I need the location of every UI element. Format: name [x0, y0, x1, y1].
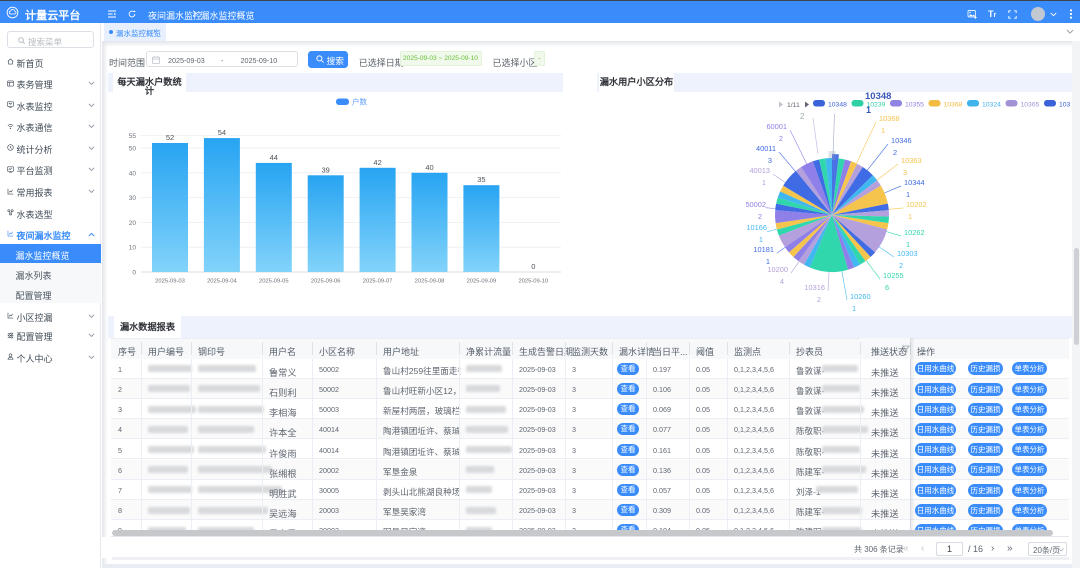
svg-text:2: 2: [899, 261, 903, 270]
svg-text:40: 40: [129, 170, 137, 177]
svg-text:2025-09-06: 2025-09-06: [311, 279, 341, 285]
svg-text:2: 2: [817, 295, 821, 304]
svg-text:44: 44: [270, 153, 278, 162]
svg-text:10255: 10255: [883, 271, 904, 280]
svg-text:10368: 10368: [879, 114, 900, 123]
svg-text:1: 1: [906, 240, 910, 249]
svg-text:0: 0: [132, 270, 136, 277]
svg-text:户数: 户数: [352, 97, 367, 107]
svg-text:60001: 60001: [766, 122, 787, 131]
svg-text:3: 3: [903, 168, 907, 177]
svg-text:1: 1: [906, 190, 910, 199]
svg-text:52: 52: [166, 133, 174, 142]
svg-text:2: 2: [893, 148, 897, 157]
svg-text:10344: 10344: [904, 178, 925, 187]
svg-text:10363: 10363: [901, 156, 922, 165]
svg-text:10166: 10166: [746, 223, 767, 232]
svg-text:30: 30: [129, 195, 137, 202]
svg-text:1/11: 1/11: [787, 102, 800, 109]
svg-text:10202: 10202: [906, 200, 927, 209]
svg-text:10262: 10262: [904, 228, 925, 237]
svg-text:40013: 40013: [749, 166, 770, 175]
svg-text:39: 39: [322, 165, 330, 174]
svg-text:50002: 50002: [745, 200, 766, 209]
svg-text:2: 2: [758, 212, 762, 221]
svg-text:10316: 10316: [804, 283, 825, 292]
svg-text:2: 2: [800, 112, 805, 121]
svg-text:42: 42: [373, 158, 381, 167]
svg-text:2025-09-10: 2025-09-10: [518, 279, 548, 285]
svg-text:10348: 10348: [865, 92, 891, 102]
svg-text:40011: 40011: [756, 144, 776, 153]
svg-text:1: 1: [908, 212, 912, 221]
svg-text:103: 103: [1059, 102, 1071, 109]
svg-text:2025-09-08: 2025-09-08: [415, 279, 445, 285]
svg-text:4: 4: [780, 277, 784, 286]
svg-text:10365: 10365: [1021, 102, 1040, 109]
svg-text:1: 1: [762, 178, 766, 187]
svg-text:35: 35: [477, 175, 485, 184]
svg-text:2025-09-05: 2025-09-05: [259, 279, 289, 285]
svg-text:2: 2: [779, 134, 783, 143]
svg-text:20: 20: [129, 220, 137, 227]
svg-text:10368: 10368: [944, 102, 963, 109]
svg-text:10181: 10181: [753, 245, 774, 254]
svg-text:1: 1: [852, 304, 856, 313]
svg-text:10303: 10303: [897, 249, 918, 258]
svg-text:10239: 10239: [867, 102, 886, 109]
svg-text:40: 40: [425, 163, 433, 172]
svg-text:54: 54: [218, 128, 226, 137]
svg-text:0: 0: [531, 262, 535, 271]
svg-text:1: 1: [766, 257, 770, 266]
svg-text:6: 6: [885, 283, 889, 292]
svg-text:1: 1: [881, 126, 885, 135]
svg-text:2025-09-04: 2025-09-04: [207, 279, 237, 285]
svg-text:50: 50: [129, 146, 137, 153]
svg-text:10346: 10346: [891, 136, 912, 145]
svg-text:10355: 10355: [905, 102, 924, 109]
svg-text:2025-09-09: 2025-09-09: [467, 279, 497, 285]
svg-text:3: 3: [768, 156, 772, 165]
svg-text:2025-09-07: 2025-09-07: [363, 279, 393, 285]
svg-text:2025-09-03: 2025-09-03: [155, 279, 185, 285]
svg-text:10348: 10348: [828, 102, 847, 109]
svg-text:1: 1: [759, 235, 763, 244]
svg-text:55: 55: [129, 133, 137, 140]
svg-text:10260: 10260: [850, 292, 871, 301]
svg-text:10200: 10200: [767, 265, 788, 274]
svg-text:10: 10: [129, 245, 137, 252]
svg-text:10324: 10324: [982, 102, 1001, 109]
